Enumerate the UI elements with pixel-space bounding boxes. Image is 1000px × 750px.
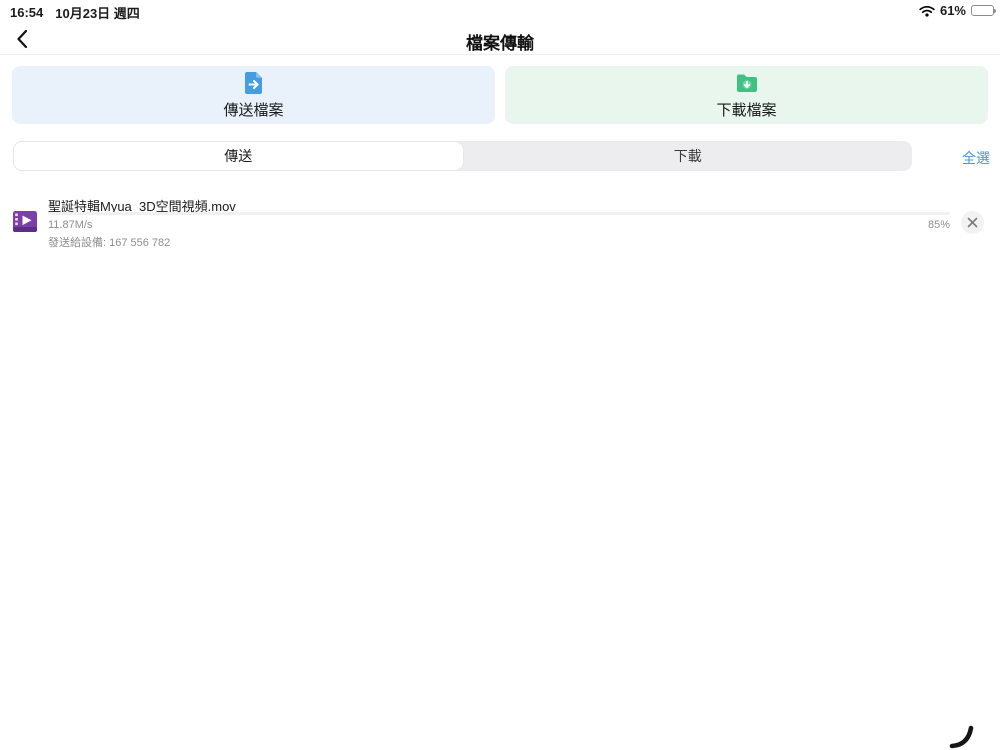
send-files-card[interactable]: 傳送檔案: [12, 66, 495, 124]
progress-bar: [48, 212, 950, 215]
corner-stroke-mark: [944, 720, 980, 750]
battery-nub: [994, 9, 996, 13]
file-transfer-screen: 16:54 10月23日 週四 61% 檔案傳輸 傳送檔案 下載檔案 傳送 下載…: [0, 0, 1000, 750]
download-files-card[interactable]: 下載檔案: [505, 66, 988, 124]
clock: 16:54: [10, 5, 44, 20]
cancel-transfer-button[interactable]: [961, 211, 984, 234]
video-file-icon: [12, 210, 38, 234]
download-files-label: 下載檔案: [716, 101, 777, 119]
segmented-control: 傳送 下載: [13, 141, 912, 171]
page-title: 檔案傳輸: [466, 34, 534, 53]
status-bar-right: 61%: [919, 3, 996, 18]
send-files-label: 傳送檔案: [223, 101, 284, 119]
status-bar: 16:54 10月23日 週四 61%: [0, 0, 1000, 22]
transfer-destination: 發送給設備: 167 556 782: [48, 237, 171, 249]
battery-percent-label: 61%: [939, 3, 966, 18]
battery-icon: [971, 5, 996, 16]
tab-download[interactable]: 下載: [464, 141, 913, 171]
status-bar-left: 16:54 10月23日 週四: [10, 3, 140, 22]
close-icon: [967, 217, 978, 228]
file-send-icon: [242, 71, 266, 95]
transfer-row[interactable]: 聖誕特輯Myua_3D空間視頻.mov 11.87M/s 85% 發送給設備: …: [0, 194, 1000, 250]
folder-download-icon: [735, 71, 759, 95]
tab-send[interactable]: 傳送: [14, 142, 463, 170]
nav-bar: 檔案傳輸: [0, 22, 1000, 55]
transfer-percent: 85%: [927, 219, 950, 231]
status-date: 10月23日 週四: [55, 6, 140, 21]
select-all-link[interactable]: 全選: [962, 148, 990, 168]
tab-bar-row: 傳送 下載 全選: [0, 141, 1000, 171]
wifi-icon: [919, 5, 935, 17]
